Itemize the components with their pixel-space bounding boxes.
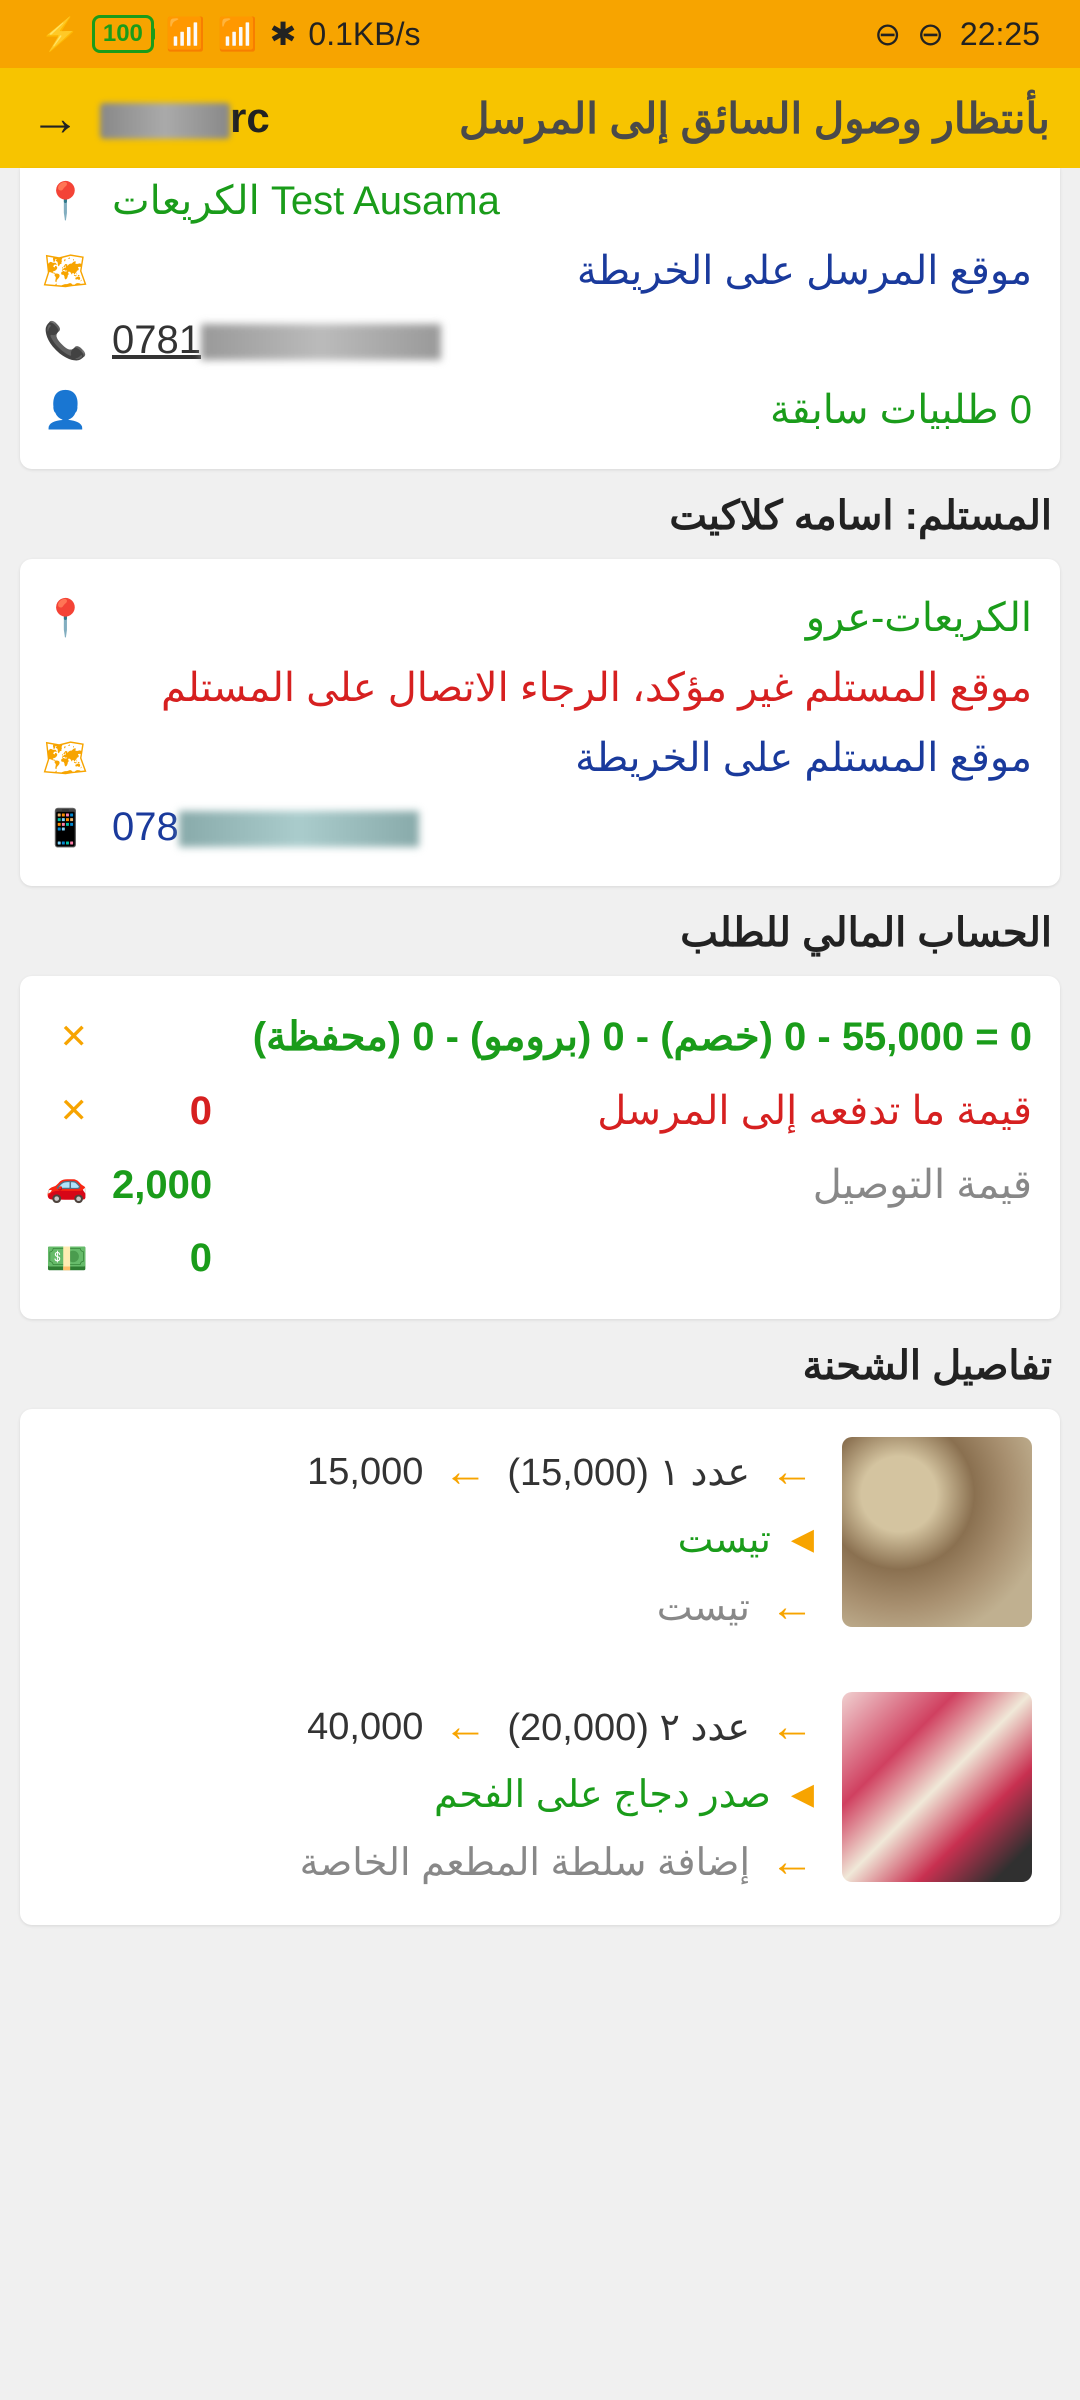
item-total: 40,000 [307, 1706, 423, 1749]
item-qty-price: عدد ١ (15,000) [507, 1450, 750, 1495]
status-bar: 22:25 ⊖ ⊖ 0.1KB/s ✱ 📶 📶 100 ⚡ [0, 0, 1080, 68]
delivery-label: قيمة التوصيل [236, 1162, 1032, 1208]
recipient-warning: موقع المستلم غير مؤكد، الرجاء الاتصال عل… [48, 665, 1032, 711]
pay-to-sender-value: 0 [112, 1089, 212, 1134]
shipment-section-title: تفاصيل الشحنة [28, 1343, 1052, 1389]
order-code: rc [100, 94, 270, 142]
sender-phone[interactable]: 0781 [112, 318, 1032, 363]
sender-name-truncated: Test Ausama الكريعات [112, 178, 500, 224]
previous-orders: 0 طلبيات سابقة [112, 387, 1032, 433]
recipient-card: الكريعات-عرو 📍 موقع المستلم غير مؤكد، ال… [20, 559, 1060, 886]
mobile-icon: 📱 [48, 807, 88, 849]
bluetooth-icon: ✱ [270, 15, 297, 53]
pay-to-sender-label: قيمة ما تدفعه إلى المرسل [236, 1088, 1032, 1134]
sender-map-link[interactable]: موقع المرسل على الخريطة [112, 248, 1032, 294]
app-header: بأنتظار وصول السائق إلى المرسل rc ← [0, 68, 1080, 168]
shipment-item: ← عدد ١ (15,000) ← 15,000 ◀ تيست ← تيست [48, 1437, 1032, 1642]
shipment-card: ← عدد ١ (15,000) ← 15,000 ◀ تيست ← تيست [20, 1409, 1060, 1925]
header-status-title: بأنتظار وصول السائق إلى المرسل [290, 94, 1050, 143]
cash-icon: 💵 [48, 1239, 88, 1279]
arrow-left-icon: ← [443, 1702, 487, 1752]
finance-calculation: 0 = 55,000 - 0 (خصم) - 0 (برومو) - 0 (مح… [112, 1014, 1032, 1060]
item-name: تيست [678, 1517, 771, 1562]
triangle-icon: ◀ [791, 1522, 814, 1557]
location-pin-icon: 📍 [48, 180, 88, 222]
status-icon-1: ⊖ [917, 15, 944, 53]
sender-card: Test Ausama الكريعات 📍 موقع المرسل على ا… [20, 168, 1060, 469]
triangle-icon: ◀ [791, 1777, 814, 1812]
cash-value: 0 [112, 1236, 212, 1281]
phone-icon: 📞 [48, 320, 88, 362]
recipient-location: الكريعات-عرو [112, 595, 1032, 641]
item-total: 15,000 [307, 1451, 423, 1494]
item-name: صدر دجاج على الفحم [434, 1772, 771, 1817]
map-icon: 🗺 [48, 737, 88, 779]
arrow-left-icon: ← [443, 1447, 487, 1497]
item-image [842, 1437, 1032, 1627]
back-arrow-icon[interactable]: ← [30, 89, 80, 147]
battery-icon: 100 [92, 15, 154, 53]
delivery-value: 2,000 [112, 1163, 212, 1208]
shipment-item: ← عدد ٢ (20,000) ← 40,000 ◀ صدر دجاج على… [48, 1692, 1032, 1897]
recipient-section-title: المستلم: اسامه كلاكيت [28, 493, 1052, 539]
item-note: تيست [657, 1585, 750, 1630]
wifi-icon: 📶 [166, 15, 206, 53]
item-qty-price: عدد ٢ (20,000) [507, 1705, 750, 1750]
map-icon: 🗺 [48, 250, 88, 292]
finance-card: 0 = 55,000 - 0 (خصم) - 0 (برومو) - 0 (مح… [20, 976, 1060, 1319]
person-icon: 👤 [48, 389, 88, 431]
arrow-left-icon: ← [770, 1582, 814, 1632]
item-note: إضافة سلطة المطعم الخاصة [300, 1840, 750, 1885]
arrow-left-icon: ← [770, 1837, 814, 1887]
location-pin-icon: 📍 [48, 597, 88, 639]
recipient-phone[interactable]: 078 [112, 805, 1032, 850]
data-rate: 0.1KB/s [308, 16, 420, 53]
item-image [842, 1692, 1032, 1882]
recipient-map-link[interactable]: موقع المستلم على الخريطة [112, 735, 1032, 781]
utensils-icon: ✕ [48, 1091, 88, 1131]
arrow-left-icon: ← [770, 1447, 814, 1497]
finance-section-title: الحساب المالي للطلب [28, 910, 1052, 956]
status-time: 22:25 [960, 16, 1040, 53]
car-icon: 🚗 [48, 1165, 88, 1205]
charging-icon: ⚡ [40, 15, 80, 53]
status-icon-2: ⊖ [874, 15, 901, 53]
signal-icon: 📶 [218, 15, 258, 53]
utensils-icon: ✕ [48, 1017, 88, 1057]
arrow-left-icon: ← [770, 1702, 814, 1752]
